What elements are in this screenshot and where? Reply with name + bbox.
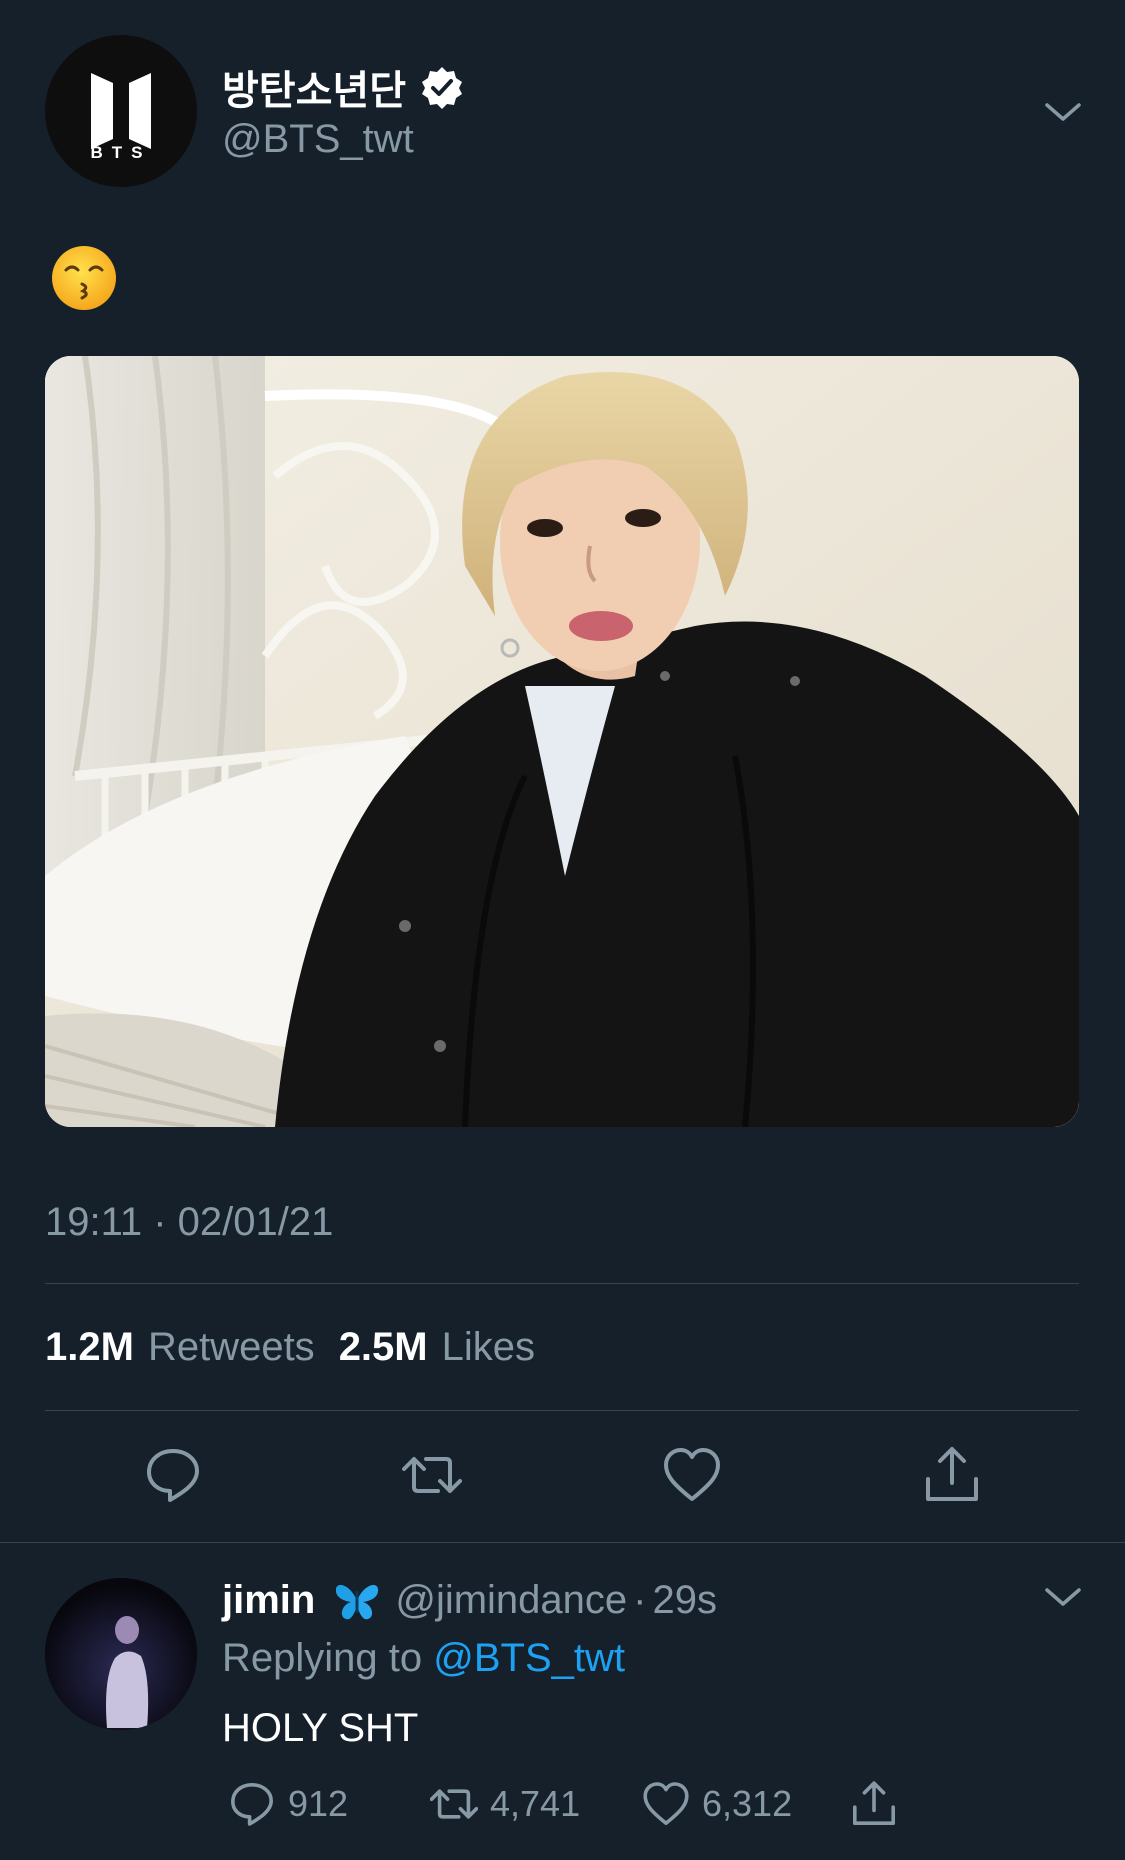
verified-badge-icon: [422, 67, 462, 109]
divider: [45, 1410, 1079, 1411]
share-icon[interactable]: [850, 1780, 898, 1828]
selfie-image: [45, 356, 1079, 1127]
likes-count[interactable]: 2.5M: [339, 1325, 428, 1370]
reply-count: 912: [288, 1783, 349, 1824]
share-icon[interactable]: [922, 1445, 982, 1505]
bts-logo-icon: [91, 73, 151, 149]
chevron-down-icon[interactable]: [1043, 93, 1083, 133]
kissing-face-emoji-icon: [52, 246, 116, 310]
tweet-stats: 1.2M Retweets 2.5M Likes: [45, 1325, 559, 1370]
like-icon[interactable]: [662, 1445, 722, 1505]
author-handle[interactable]: @BTS_twt: [222, 117, 414, 162]
like-icon[interactable]: [642, 1780, 690, 1828]
reply-share-action[interactable]: [850, 1780, 910, 1828]
reply-text: HOLY SHT: [222, 1706, 419, 1750]
section-divider: [0, 1542, 1125, 1543]
reply-reply-action[interactable]: 912: [228, 1780, 348, 1828]
reply-author-handle[interactable]: @jimindance: [395, 1578, 627, 1623]
avatar-image: [45, 1578, 197, 1730]
likes-label[interactable]: Likes: [442, 1325, 535, 1370]
author-avatar[interactable]: [45, 35, 197, 187]
author-display-name[interactable]: 방탄소년단: [222, 58, 406, 116]
reply-author-name[interactable]: jimin: [222, 1578, 315, 1623]
retweet-count: 4,741: [490, 1783, 581, 1824]
tweet-photo[interactable]: [45, 356, 1079, 1127]
bts-logo-text: BTS: [90, 143, 152, 162]
tweet-timestamp[interactable]: 19:11 · 02/01/21: [45, 1200, 333, 1245]
retweet-icon[interactable]: [402, 1445, 462, 1505]
reply-retweet-action[interactable]: 4,741: [430, 1780, 580, 1828]
reply-like-action[interactable]: 6,312: [642, 1780, 792, 1828]
divider: [45, 1283, 1079, 1284]
replying-to: Replying to @BTS_twt: [222, 1636, 625, 1681]
retweets-label[interactable]: Retweets: [148, 1325, 315, 1370]
butterfly-emoji-icon: [336, 1584, 379, 1619]
replying-prefix: Replying to: [222, 1636, 423, 1680]
author-name-row[interactable]: 방탄소년단: [222, 58, 464, 116]
reply-header: jimin @jimindance · 29s: [222, 1578, 717, 1623]
separator-dot: ·: [633, 1578, 647, 1622]
reply-icon[interactable]: [143, 1445, 203, 1505]
retweet-icon[interactable]: [430, 1780, 478, 1828]
replying-to-link[interactable]: @BTS_twt: [433, 1636, 625, 1680]
retweets-count[interactable]: 1.2M: [45, 1325, 134, 1370]
reply-author-avatar[interactable]: [45, 1578, 197, 1730]
like-count: 6,312: [702, 1783, 793, 1824]
reply-age[interactable]: 29s: [653, 1578, 718, 1623]
chevron-down-icon[interactable]: [1043, 1578, 1083, 1618]
reply-icon[interactable]: [228, 1780, 276, 1828]
